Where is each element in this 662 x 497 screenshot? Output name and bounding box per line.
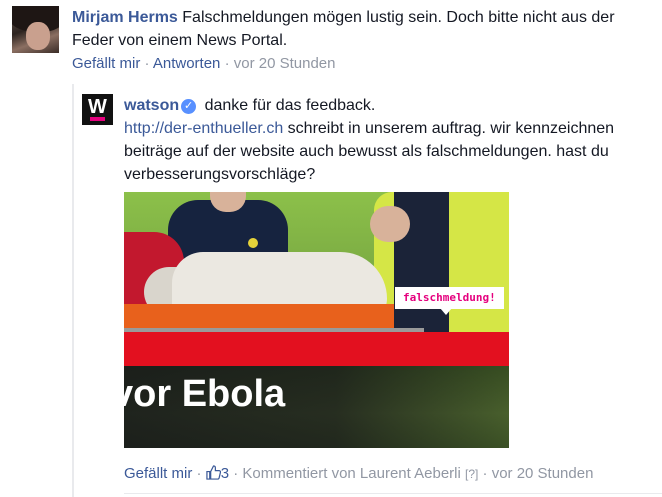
reply-watson: watson ✓ danke für das feedback. http://d… xyxy=(124,94,662,186)
comment-mirjam: Mirjam Herms Falschmeldungen mögen lusti… xyxy=(72,6,662,52)
comment-author-link[interactable]: Mirjam Herms xyxy=(72,9,178,26)
divider xyxy=(124,493,662,494)
watson-avatar[interactable]: W xyxy=(82,94,113,125)
reply-actions: Gefällt mir · 3 · Kommentiert von Lauren… xyxy=(124,464,593,486)
reply-timestamp[interactable]: vor 20 Stunden xyxy=(492,465,594,482)
verified-badge-icon: ✓ xyxy=(181,99,197,114)
image-headline: vor Ebola xyxy=(124,373,286,415)
thumbs-up-icon[interactable] xyxy=(206,465,221,486)
facebook-comment-thread: Mirjam Herms Falschmeldungen mögen lusti… xyxy=(0,0,662,497)
reply-author-link[interactable]: watson xyxy=(124,97,179,114)
like-link[interactable]: Gefällt mir xyxy=(72,55,140,72)
commented-by-label: Kommentiert von Laurent Aeberli xyxy=(242,465,461,482)
red-banner xyxy=(124,332,509,366)
falschmeldung-tag: falschmeldung! xyxy=(395,287,504,309)
reply-text-line4: verbesserungsvorschläge? xyxy=(124,166,316,183)
reply-text-line2: schreibt in unserem auftrag. wir kennzei… xyxy=(283,120,615,137)
attached-article-image[interactable]: vor Ebola falschmeldung! xyxy=(124,192,509,448)
reply-like-link[interactable]: Gefällt mir xyxy=(124,465,192,482)
stretcher xyxy=(124,304,394,330)
comment-text-line1: Falschmeldungen mögen lustig sein. Doch … xyxy=(182,9,615,26)
enthueller-link[interactable]: http://der-enthueller.ch xyxy=(124,120,283,137)
reply-indent-line xyxy=(72,84,74,497)
comment-actions: Gefällt mir · Antworten · vor 20 Stunden xyxy=(72,55,336,72)
comment-timestamp[interactable]: vor 20 Stunden xyxy=(234,55,336,72)
reply-text-line3: beiträge auf der website auch bewusst al… xyxy=(124,143,609,160)
help-link[interactable]: [?] xyxy=(465,467,478,481)
like-count[interactable]: 3 xyxy=(221,465,229,482)
comment-text-line2: Feder von einem News Portal. xyxy=(72,32,288,49)
reply-link[interactable]: Antworten xyxy=(153,55,221,72)
mirjam-herms-avatar[interactable] xyxy=(12,6,59,53)
watson-logo-letter: W xyxy=(88,96,107,118)
reply-text-line1: danke für das feedback. xyxy=(204,97,376,114)
